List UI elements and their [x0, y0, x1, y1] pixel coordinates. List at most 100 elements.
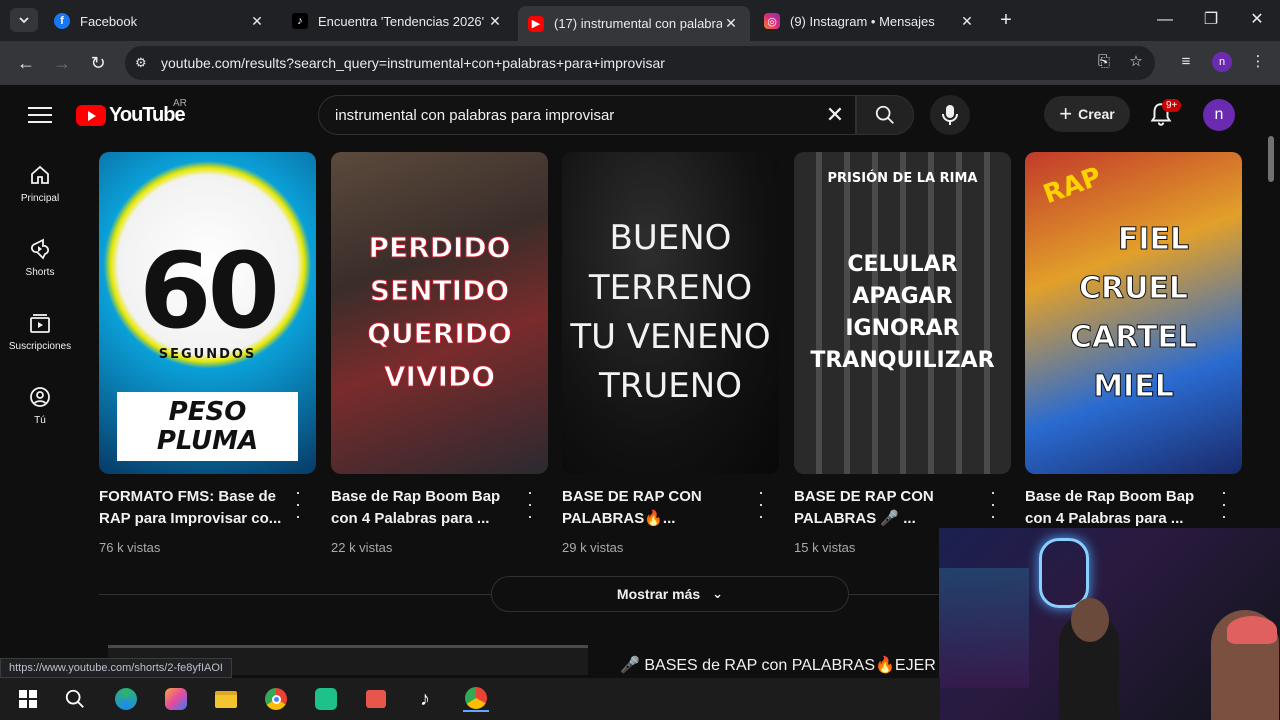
- show-more-button[interactable]: Mostrar más ⌄: [491, 576, 849, 612]
- thumb-text: FIEL: [1117, 222, 1190, 257]
- search-icon[interactable]: [62, 686, 88, 712]
- capcut-icon[interactable]: [313, 686, 339, 712]
- webcam-overlay: [939, 528, 1280, 720]
- short-title[interactable]: Base de Rap Boom Bap con 4 Palabras para…: [331, 486, 516, 530]
- guide-item-you[interactable]: Tú: [0, 367, 80, 441]
- thumb-logo-text: PRISIÓN DE LA RIMA: [827, 171, 978, 186]
- tab-youtube-active[interactable]: ▶ (17) instrumental con palabras p ✕: [518, 6, 750, 41]
- browser-menu-icon[interactable]: ⋮: [1247, 51, 1269, 73]
- calendar-app-icon[interactable]: [363, 686, 389, 712]
- tab-title: Encuentra 'Tendencias 2026' en: [318, 13, 486, 29]
- close-tab-icon[interactable]: ✕: [958, 13, 976, 30]
- short-thumbnail[interactable]: 60 SEGUNDOS PESO PLUMA: [99, 152, 316, 474]
- more-options-icon[interactable]: · · ·: [290, 483, 306, 525]
- tab-instagram[interactable]: ◎ (9) Instagram • Mensajes ✕: [754, 6, 986, 36]
- short-card[interactable]: PRISIÓN DE LA RIMA CELULAR APAGAR IGNORA…: [794, 152, 1011, 555]
- more-options-icon[interactable]: · · ·: [985, 483, 1001, 525]
- shorts-icon: [31, 238, 49, 260]
- thumb-text: PESO PLUMA: [117, 392, 298, 462]
- clear-search-icon[interactable]: ✕: [815, 102, 855, 128]
- thumb-text: APAGAR: [852, 283, 953, 309]
- short-card[interactable]: PERDIDO SENTIDO QUERIDO VIVIDO Base de R…: [331, 152, 548, 555]
- edge-icon[interactable]: [113, 686, 139, 712]
- copilot-icon[interactable]: [163, 686, 189, 712]
- tab-search-button[interactable]: [10, 8, 38, 32]
- close-tab-icon[interactable]: ✕: [722, 15, 740, 32]
- short-card[interactable]: RAP FIEL CRUEL CARTEL MIEL Base de Rap B…: [1025, 152, 1242, 546]
- back-arrow-icon[interactable]: ←: [14, 51, 38, 75]
- more-options-icon[interactable]: · · ·: [753, 483, 769, 525]
- tab-tiktok[interactable]: ♪ Encuentra 'Tendencias 2026' en ✕: [282, 6, 514, 36]
- short-card[interactable]: BUENO TERRENO TU VENENO TRUENO BASE DE R…: [562, 152, 779, 555]
- tab-facebook[interactable]: f Facebook ✕: [44, 6, 276, 36]
- search-input[interactable]: instrumental con palabras para improvisa…: [318, 95, 856, 135]
- more-options-icon[interactable]: · · ·: [522, 483, 538, 525]
- reload-icon[interactable]: ↻: [86, 51, 110, 75]
- close-window-icon[interactable]: ✕: [1244, 8, 1270, 32]
- address-bar[interactable]: ⚙ youtube.com/results?search_query=instr…: [125, 46, 1155, 80]
- chevron-down-icon: ⌄: [712, 586, 724, 601]
- link-status-bubble: https://www.youtube.com/shorts/2-fe8yfIA…: [0, 658, 232, 678]
- thumb-text: QUERIDO: [367, 317, 513, 350]
- search-button[interactable]: [856, 95, 914, 135]
- home-icon: [31, 165, 49, 184]
- show-more-label: Mostrar más: [616, 586, 701, 602]
- short-thumbnail[interactable]: PERDIDO SENTIDO QUERIDO VIVIDO: [331, 152, 548, 474]
- page-scrollbar[interactable]: [1268, 136, 1274, 182]
- restore-icon[interactable]: ❐: [1198, 8, 1224, 32]
- guide-label: Suscripciones: [8, 341, 72, 352]
- guide-item-home[interactable]: Principal: [0, 145, 80, 219]
- short-views: 76 k vistas: [99, 540, 161, 555]
- voice-search-button[interactable]: [930, 95, 970, 135]
- thumb-text: TRUENO: [599, 366, 742, 407]
- short-title[interactable]: FORMATO FMS: Base de RAP para Improvisar…: [99, 486, 284, 530]
- bookmark-star-icon[interactable]: ☆: [1125, 51, 1147, 73]
- short-thumbnail[interactable]: RAP FIEL CRUEL CARTEL MIEL: [1025, 152, 1242, 474]
- subscriptions-icon: [30, 314, 50, 333]
- address-url[interactable]: youtube.com/results?search_query=instrum…: [161, 55, 665, 71]
- new-tab-icon[interactable]: +: [996, 10, 1016, 30]
- browser-toolbar: ← → ↻ ⚙ youtube.com/results?search_query…: [0, 41, 1280, 85]
- thumb-text: SENTIDO: [369, 274, 510, 308]
- notifications-button[interactable]: 9+: [1148, 99, 1182, 129]
- youtube-logo[interactable]: YouTube AR: [76, 98, 187, 127]
- short-thumbnail[interactable]: BUENO TERRENO TU VENENO TRUENO: [562, 152, 779, 474]
- media-controls-icon[interactable]: ≡: [1175, 51, 1197, 73]
- short-thumbnail[interactable]: PRISIÓN DE LA RIMA CELULAR APAGAR IGNORA…: [794, 152, 1011, 474]
- close-tab-icon[interactable]: ✕: [248, 13, 266, 30]
- search-query-text[interactable]: instrumental con palabras para improvisa…: [335, 107, 815, 124]
- guide-item-subscriptions[interactable]: Suscripciones: [0, 293, 80, 367]
- guide-item-shorts[interactable]: Shorts: [0, 219, 80, 293]
- short-title[interactable]: Base de Rap Boom Bap con 4 Palabras para…: [1025, 486, 1210, 530]
- thumb-text: RAP: [1039, 161, 1106, 211]
- youtube-play-icon: [76, 105, 106, 126]
- browser-profile-avatar[interactable]: n: [1212, 52, 1232, 72]
- facebook-icon: f: [54, 13, 70, 29]
- account-avatar[interactable]: n: [1203, 99, 1235, 131]
- thumb-text: CELULAR: [847, 251, 958, 277]
- chrome-profile-icon[interactable]: [463, 686, 489, 712]
- hamburger-menu-icon[interactable]: [28, 104, 52, 124]
- install-app-icon[interactable]: ⎘: [1093, 51, 1115, 73]
- guide-label: Tú: [34, 415, 46, 426]
- you-icon: [30, 387, 50, 407]
- create-label: Crear: [1078, 106, 1115, 122]
- forward-arrow-icon[interactable]: →: [50, 51, 74, 75]
- short-title[interactable]: BASE DE RAP CON PALABRAS🔥...: [562, 486, 747, 530]
- short-title[interactable]: BASE DE RAP CON PALABRAS 🎤 ...: [794, 486, 979, 530]
- minimize-icon[interactable]: —: [1152, 8, 1178, 32]
- windows-start-icon[interactable]: [15, 686, 41, 712]
- tiktok-icon[interactable]: ♪: [412, 686, 438, 712]
- create-button[interactable]: + Crear: [1044, 96, 1130, 132]
- close-tab-icon[interactable]: ✕: [486, 13, 504, 30]
- thumb-text: TU VENENO: [570, 317, 771, 357]
- tab-title: (9) Instagram • Mensajes: [790, 13, 935, 29]
- region-code: AR: [173, 98, 187, 109]
- file-explorer-icon[interactable]: [213, 686, 239, 712]
- thumb-text: MIEL: [1093, 369, 1175, 404]
- video-title[interactable]: 🎤 BASES de RAP con PALABRAS🔥EJER: [620, 655, 940, 675]
- site-info-icon[interactable]: ⚙: [135, 55, 153, 71]
- short-card[interactable]: 60 SEGUNDOS PESO PLUMA FORMATO FMS: Base…: [99, 152, 316, 555]
- chrome-icon[interactable]: [263, 686, 289, 712]
- more-options-icon[interactable]: · · ·: [1216, 483, 1232, 525]
